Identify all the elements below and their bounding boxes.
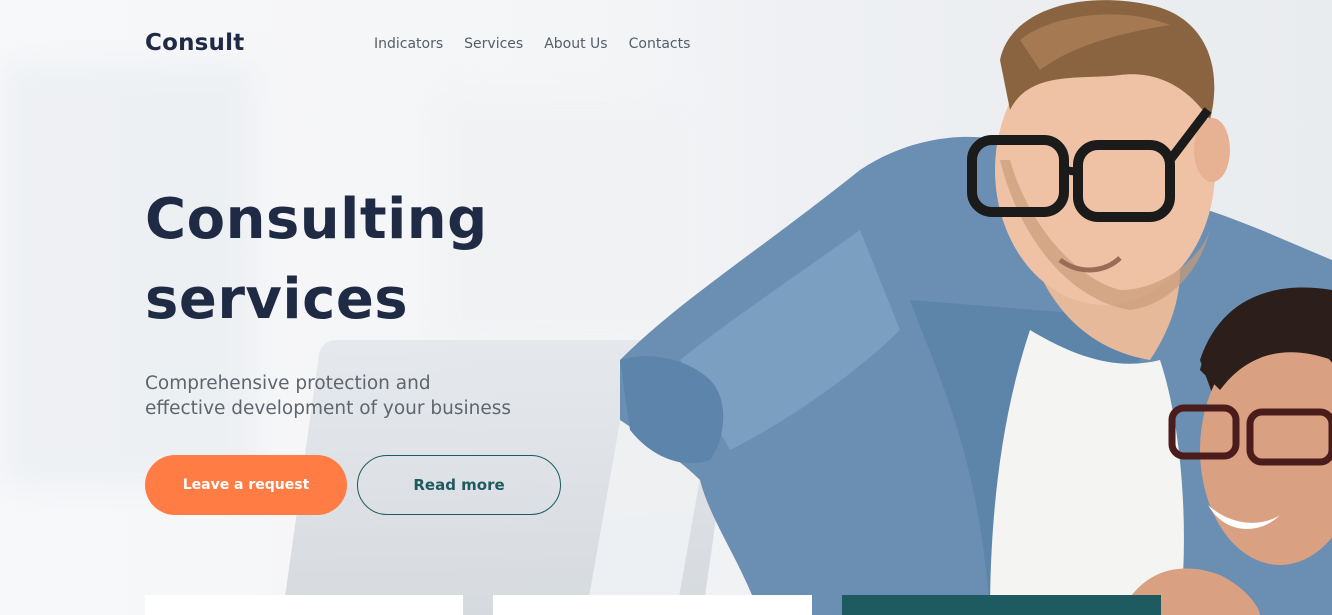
nav-item-indicators[interactable]: Indicators bbox=[374, 36, 443, 52]
nav-item-about-us[interactable]: About Us bbox=[544, 36, 607, 52]
hero-subtitle-line-2: effective development of your business bbox=[145, 398, 512, 419]
nav-item-services[interactable]: Services bbox=[464, 36, 523, 52]
hero-subtitle-line-1: Comprehensive protection and bbox=[145, 373, 431, 394]
main-nav: Indicators Services About Us Contacts bbox=[374, 36, 690, 52]
feature-card-1 bbox=[145, 595, 463, 615]
hero-title: Consulting services bbox=[145, 180, 665, 340]
hero-photo-people bbox=[620, 0, 1332, 615]
hero-title-line-1: Consulting bbox=[145, 187, 488, 252]
site-logo[interactable]: Consult bbox=[145, 30, 244, 56]
nav-item-contacts[interactable]: Contacts bbox=[629, 36, 691, 52]
feature-card-2 bbox=[493, 595, 812, 615]
feature-card-3 bbox=[842, 595, 1161, 615]
leave-request-button[interactable]: Leave a request bbox=[145, 455, 347, 515]
read-more-button[interactable]: Read more bbox=[357, 455, 561, 515]
hero-section: Consult Indicators Services About Us Con… bbox=[0, 0, 1332, 615]
hero-title-line-2: services bbox=[145, 267, 409, 332]
hero-subtitle: Comprehensive protection and effective d… bbox=[145, 371, 605, 421]
